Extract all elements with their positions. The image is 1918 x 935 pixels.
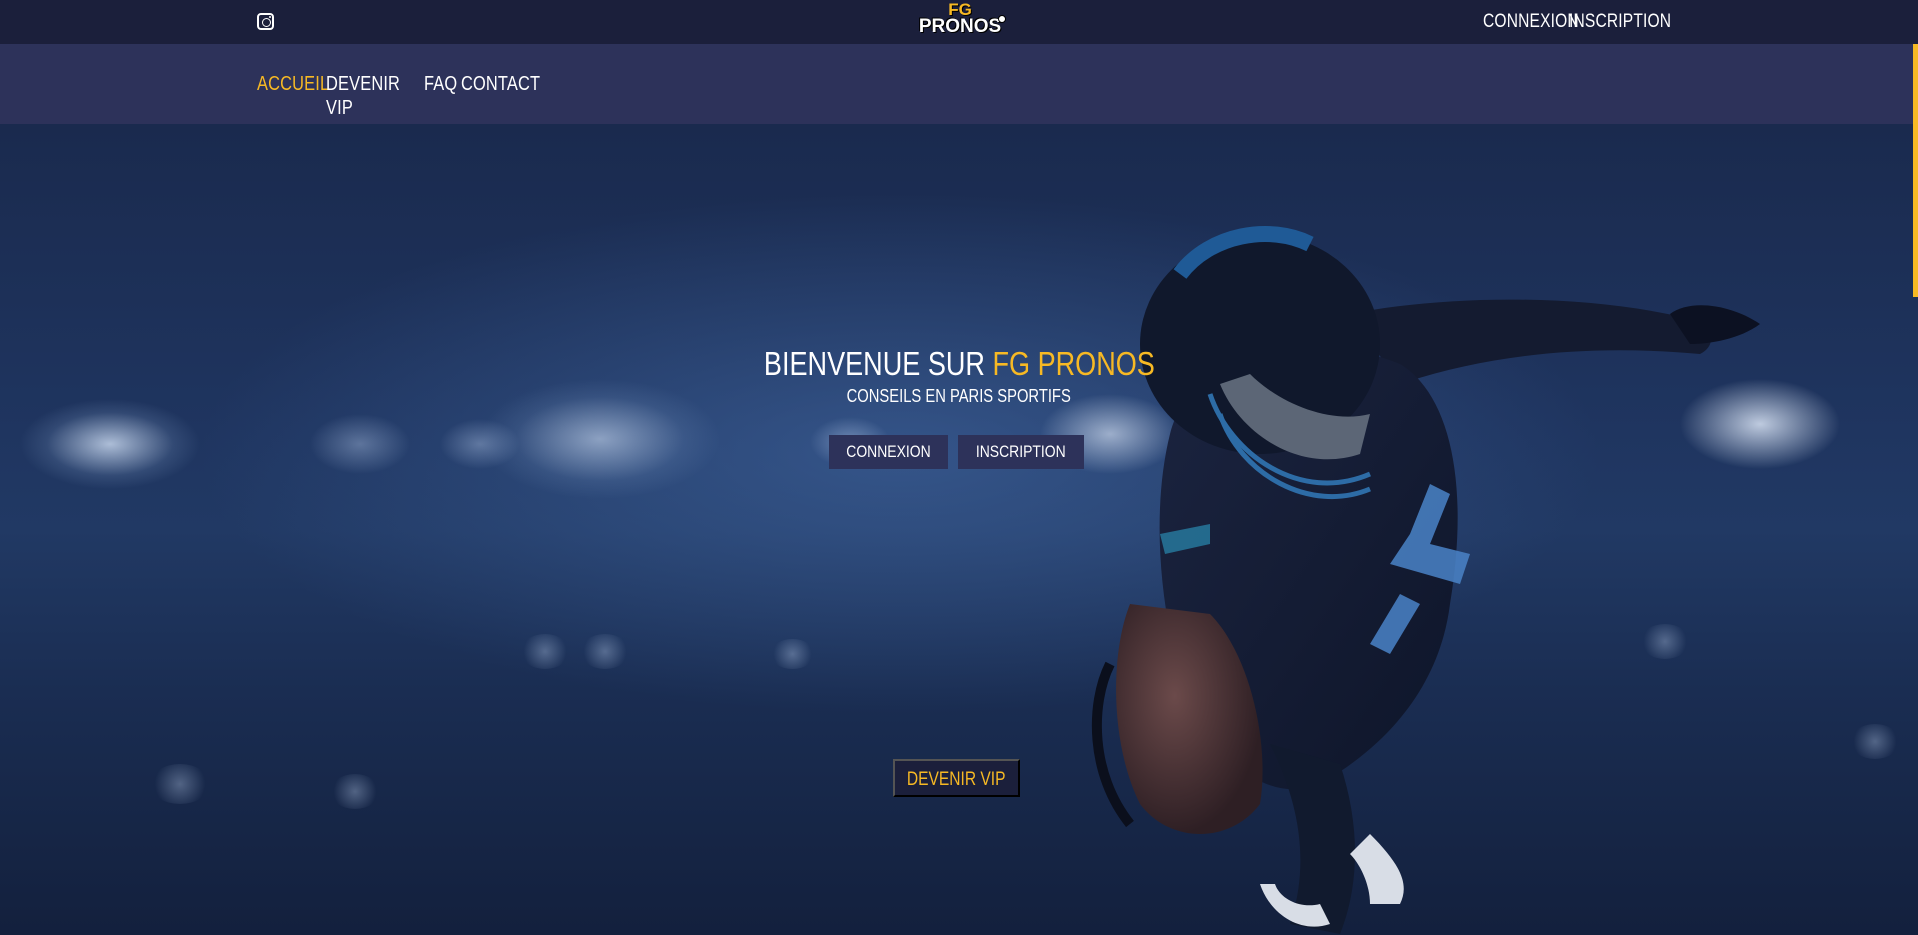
stadium-light: [520, 634, 570, 669]
nav-item-accueil[interactable]: ACCUEIL: [257, 72, 330, 96]
nav-item-label: DEVENIR VIP: [326, 73, 401, 119]
football-player-image: [1091, 226, 1760, 934]
stadium-light: [770, 639, 815, 669]
hero-login-button-label: CONNEXION: [846, 442, 931, 461]
logo[interactable]: FG PRONOS: [910, 1, 1010, 41]
nav-item-contact[interactable]: CONTACT: [461, 72, 540, 96]
hero-section: BIENVENUE SUR FG PRONOS CONSEILS EN PARI…: [0, 124, 1918, 935]
stadium-light: [330, 774, 380, 809]
nav-item-faq[interactable]: FAQ: [424, 72, 461, 96]
nav-item-label: CONTACT: [461, 73, 541, 95]
logo-line2: PRONOS: [918, 16, 1002, 37]
hero-title-accent: FG PRONOS: [992, 345, 1155, 382]
hero-register-button-label: INSCRIPTION: [976, 442, 1066, 461]
stadium-light: [150, 764, 210, 804]
nav-item-devenir-vip[interactable]: DEVENIR VIP: [326, 72, 424, 120]
hero-register-button[interactable]: INSCRIPTION: [958, 435, 1084, 469]
nav-item-label: FAQ: [424, 73, 458, 95]
auth-links: CONNEXION INSCRIPTION: [1483, 11, 1671, 35]
hero-title: BIENVENUE SUR FG PRONOS: [0, 344, 1918, 384]
login-link[interactable]: CONNEXION: [1483, 11, 1579, 35]
main-nav: ACCUEIL DEVENIR VIP FAQ CONTACT: [0, 44, 1918, 124]
stadium-light: [580, 634, 630, 669]
hero-login-button[interactable]: CONNEXION: [829, 435, 948, 469]
scrollbar-thumb[interactable]: [1913, 44, 1918, 297]
register-link[interactable]: INSCRIPTION: [1569, 11, 1671, 35]
nav-item-label: ACCUEIL: [257, 73, 330, 95]
top-bar: FG PRONOS CONNEXION INSCRIPTION: [0, 0, 1918, 44]
login-link-label: CONNEXION: [1483, 11, 1579, 32]
hero-title-prefix: BIENVENUE SUR: [763, 345, 993, 382]
ball-icon: [998, 15, 1006, 23]
hero-subtitle-text: CONSEILS EN PARIS SPORTIFS: [846, 386, 1072, 406]
instagram-icon[interactable]: [257, 13, 274, 30]
hero-subtitle: CONSEILS EN PARIS SPORTIFS: [0, 385, 1918, 407]
register-link-label: INSCRIPTION: [1569, 11, 1672, 32]
become-vip-button[interactable]: DEVENIR VIP: [893, 759, 1020, 797]
become-vip-button-label: DEVENIR VIP: [907, 769, 1006, 790]
